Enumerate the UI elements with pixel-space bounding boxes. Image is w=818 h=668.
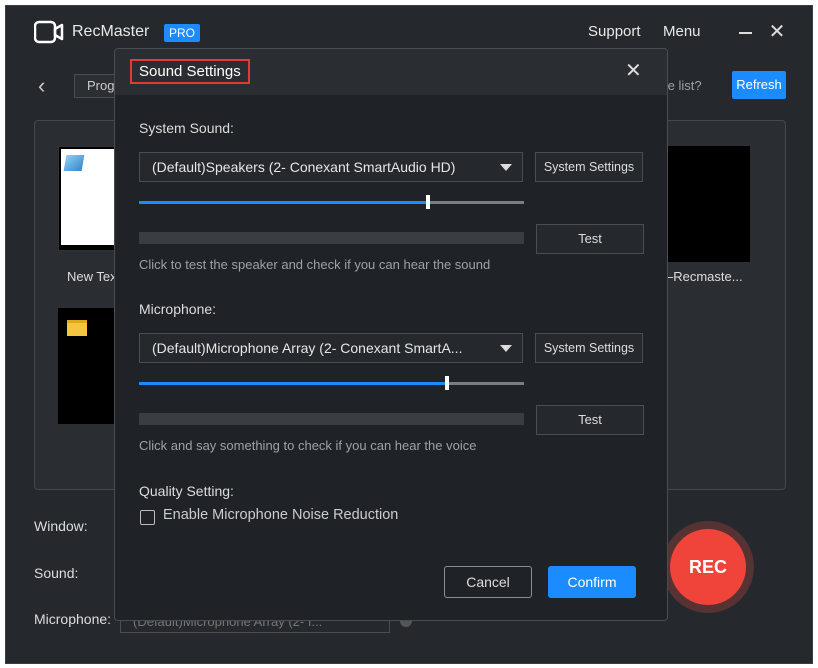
microphone-device-select[interactable]: (Default)Microphone Array (2- Conexant S… — [139, 333, 523, 363]
support-link[interactable]: Support — [588, 23, 641, 40]
rec-button[interactable]: REC — [670, 529, 746, 605]
microphone-volume-fill — [139, 382, 447, 385]
chevron-down-icon — [500, 345, 512, 352]
dialog-header: Sound Settings ✕ — [115, 49, 667, 95]
microphone-test-button[interactable]: Test — [536, 405, 644, 435]
microphone-label: Microphone: — [34, 611, 112, 627]
window-thumbnail[interactable] — [58, 308, 118, 424]
window-thumbnail-label: –Recmaste... — [666, 269, 743, 284]
sound-settings-dialog: Sound Settings ✕ System Sound: (Default)… — [114, 48, 668, 621]
menu-link[interactable]: Menu — [663, 23, 701, 40]
speaker-volume-slider[interactable] — [139, 195, 524, 209]
noise-reduction-label[interactable]: Enable Microphone Noise Reduction — [163, 507, 398, 523]
dialog-close-icon[interactable]: ✕ — [625, 61, 642, 81]
window-label: Window: — [34, 518, 88, 534]
microphone-hint: Click and say something to check if you … — [139, 438, 477, 453]
microphone-level-meter — [139, 413, 524, 425]
microphone-select-value: (Default)Microphone Array (2- Conexant S… — [152, 340, 463, 356]
speaker-level-meter — [139, 232, 524, 244]
quality-setting-label: Quality Setting: — [139, 483, 234, 499]
refresh-button[interactable]: Refresh — [732, 71, 786, 99]
microphone-section-label: Microphone: — [139, 301, 217, 317]
folder-icon — [67, 320, 87, 336]
microphone-volume-thumb[interactable] — [445, 376, 449, 390]
close-icon[interactable]: ✕ — [768, 22, 786, 42]
app-name: RecMaster — [72, 23, 150, 40]
confirm-button[interactable]: Confirm — [548, 566, 636, 598]
chevron-down-icon — [500, 164, 512, 171]
microphone-system-settings-button[interactable]: System Settings — [535, 333, 643, 363]
speaker-volume-thumb[interactable] — [426, 195, 430, 209]
speaker-select[interactable]: (Default)Speakers (2- Conexant SmartAudi… — [139, 152, 523, 182]
window-thumbnail[interactable] — [58, 146, 118, 251]
window-thumbnail-label: New Tex — [67, 269, 117, 284]
minimize-icon[interactable] — [739, 32, 752, 34]
speaker-select-value: (Default)Speakers (2- Conexant SmartAudi… — [152, 159, 456, 175]
back-arrow-icon[interactable]: ‹ — [38, 75, 45, 97]
system-sound-label: System Sound: — [139, 120, 234, 136]
dialog-title: Sound Settings — [130, 59, 250, 84]
microphone-volume-slider[interactable] — [139, 376, 524, 390]
noise-reduction-checkbox[interactable] — [140, 510, 155, 525]
camera-logo-icon — [34, 20, 64, 44]
speaker-test-button[interactable]: Test — [536, 224, 644, 254]
sound-label: Sound: — [34, 565, 79, 581]
window-thumbnail[interactable] — [666, 146, 750, 262]
speaker-volume-fill — [139, 201, 428, 204]
speaker-hint: Click to test the speaker and check if y… — [139, 257, 491, 272]
pro-badge: PRO — [164, 24, 201, 42]
speaker-system-settings-button[interactable]: System Settings — [535, 152, 643, 182]
cancel-button[interactable]: Cancel — [444, 566, 532, 598]
notepad-icon — [63, 155, 85, 171]
